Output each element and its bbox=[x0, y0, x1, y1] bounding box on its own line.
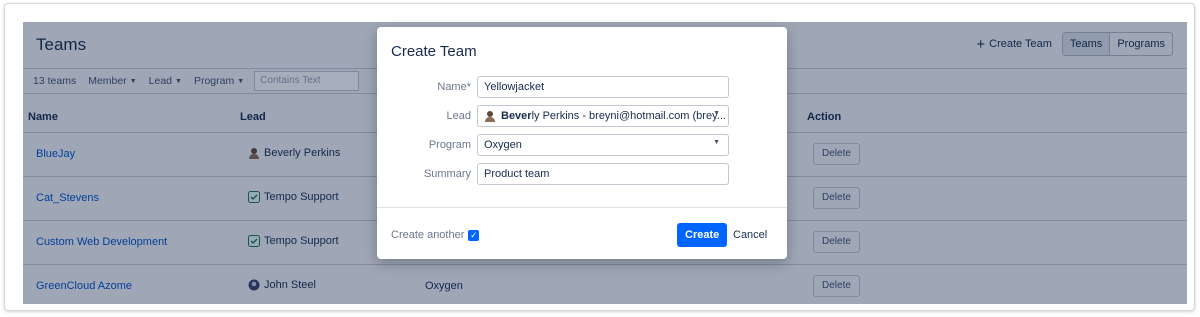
chevron-down-icon: ▼ bbox=[713, 139, 720, 146]
lead-select-value: ly Perkins - breyni@hotmail.com (brey... bbox=[531, 110, 726, 122]
create-team-dialog: Create Team Name* Yellowjacket Lead Beve… bbox=[377, 27, 787, 259]
program-field-row: Program Oxygen ▼ bbox=[377, 134, 787, 156]
summary-field-value: Product team bbox=[484, 168, 550, 180]
dialog-title: Create Team bbox=[391, 43, 477, 60]
name-field[interactable]: Yellowjacket bbox=[477, 76, 729, 98]
lead-field-row: Lead Bever ly Perkins - breyni@hotmail.co… bbox=[377, 105, 787, 127]
create-button[interactable]: Create bbox=[677, 223, 728, 247]
name-field-label: Name* bbox=[437, 81, 471, 93]
user-avatar-icon bbox=[485, 111, 495, 122]
lead-field-label: Lead bbox=[446, 110, 471, 122]
create-another-label: Create another bbox=[391, 229, 465, 241]
name-field-value: Yellowjacket bbox=[484, 81, 545, 93]
dialog-divider bbox=[377, 207, 787, 208]
program-field-label: Program bbox=[428, 139, 471, 151]
create-another-option: Create another ✓ bbox=[391, 229, 480, 241]
program-select[interactable]: Oxygen ▼ bbox=[477, 134, 729, 156]
summary-field-row: Summary Product team bbox=[377, 163, 787, 185]
cancel-button[interactable]: Cancel bbox=[727, 223, 773, 247]
name-field-row: Name* Yellowjacket bbox=[377, 76, 787, 98]
program-select-value: Oxygen bbox=[484, 139, 522, 151]
summary-field-label: Summary bbox=[423, 168, 471, 180]
chevron-down-icon: ▼ bbox=[713, 110, 720, 117]
create-another-checkbox[interactable]: ✓ bbox=[468, 229, 480, 241]
lead-match-highlight: Bever bbox=[501, 110, 532, 122]
summary-field[interactable]: Product team bbox=[477, 163, 729, 185]
lead-select[interactable]: Bever ly Perkins - breyni@hotmail.com (br… bbox=[477, 105, 729, 127]
